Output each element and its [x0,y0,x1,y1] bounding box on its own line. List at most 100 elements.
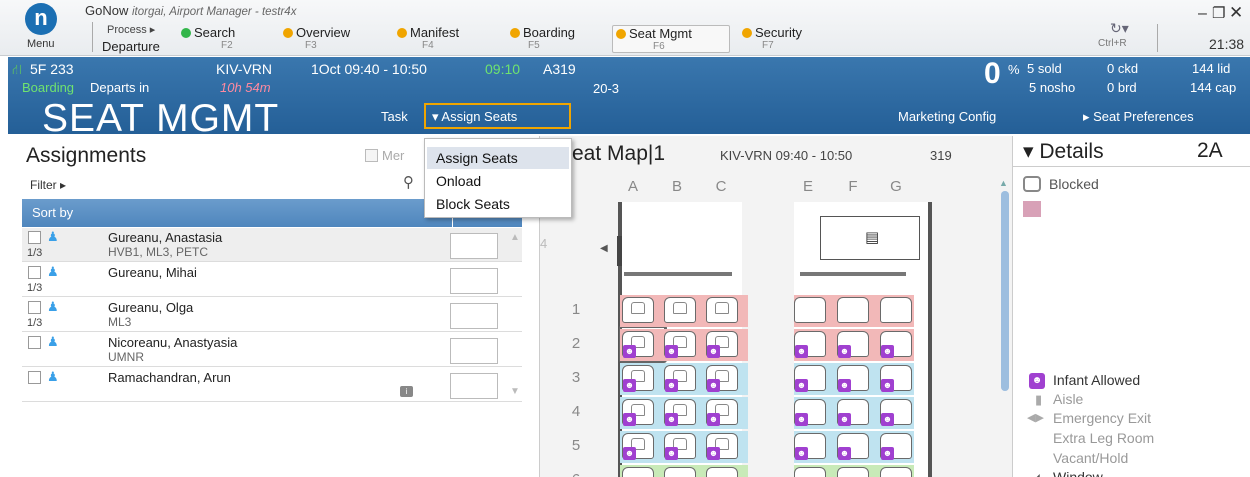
seat-5c[interactable]: ☻ [706,433,738,460]
passenger-row[interactable]: ♟ 1/3 Gureanu, Olga ML3 [22,298,522,332]
door-arrow-icon: ◀ [600,243,608,254]
minimize-icon[interactable]: – [1198,5,1207,23]
app-name: GoNow [85,3,129,18]
seat-map-scrollbar[interactable] [1001,191,1009,391]
seat-6c[interactable]: ☻ [706,467,738,477]
details-title[interactable]: ▾ Details [1023,139,1104,164]
seat-2a[interactable]: ☻ [622,331,654,358]
passenger-row[interactable]: ♟ Ramachandran, Arun i [22,368,522,402]
refresh-icon[interactable]: ↻▾ [1110,20,1129,37]
seat-2b[interactable]: ☻ [664,331,696,358]
seat-3a[interactable]: ☻ [622,365,654,392]
tab-seat-mgmt[interactable]: Seat Mgmt F6 [612,25,730,53]
maximize-icon[interactable]: ❐ [1212,4,1225,22]
seat-3b[interactable]: ☻ [664,365,696,392]
passenger-row[interactable]: ♟ Nicoreanu, Anastyasia UMNR [22,333,522,367]
passenger-fraction: 1/3 [27,317,43,329]
tab-overview[interactable]: Overview F3 [283,25,383,53]
seat-2e[interactable]: ☻ [794,331,826,358]
status-dot-icon [616,29,626,39]
departure-label[interactable]: Departure [102,39,160,54]
passenger-name: Ramachandran, Arun [108,370,231,385]
seat-5a[interactable]: ☻ [622,433,654,460]
seat-2f[interactable]: ☻ [837,331,869,358]
search-icon[interactable]: ⚲ [403,173,414,191]
infant-icon: ☻ [623,447,636,460]
seat-4b[interactable]: ☻ [664,399,696,426]
tab-security[interactable]: Security F7 [742,25,842,53]
seat-preferences-link[interactable]: ▸ Seat Preferences [1083,109,1194,125]
passenger-checkbox[interactable] [28,301,41,314]
menu-item-onload[interactable]: Onload [427,170,569,192]
tab-boarding[interactable]: Boarding F5 [510,25,610,53]
tab-search[interactable]: Search F2 [181,25,273,53]
seat-4e[interactable]: ☻ [794,399,826,426]
seat-1g[interactable] [880,297,912,323]
nosho-count: 5 nosho [1029,80,1076,95]
seat-3c[interactable]: ☻ [706,365,738,392]
seat-input[interactable] [450,303,498,329]
seat-4g[interactable]: ☻ [880,399,912,426]
sort-by-label: Sort by [32,205,74,220]
marketing-config-link[interactable]: Marketing Config [898,109,996,124]
seat-4c[interactable]: ☻ [706,399,738,426]
seat-1b[interactable] [664,297,696,323]
passenger-checkbox[interactable] [28,231,41,244]
seat-1f[interactable] [837,297,869,323]
row-number-3: 3 [571,369,581,386]
filter-toggle[interactable]: Filter ▸ [30,178,66,192]
seat-input[interactable] [450,338,498,364]
seat-3f[interactable]: ☻ [837,365,869,392]
seat-4a[interactable]: ☻ [622,399,654,426]
menu-item-block-seats[interactable]: Block Seats [427,193,569,215]
menu-item-assign-seats[interactable]: Assign Seats [427,147,569,169]
scroll-up-icon[interactable]: ▲ [999,178,1008,188]
seat-input[interactable] [450,268,498,294]
seat-3g[interactable]: ☻ [880,365,912,392]
seat-5b[interactable]: ☻ [664,433,696,460]
seat-input[interactable] [450,233,498,259]
legend-infant-allowed: Infant Allowed [1053,372,1141,388]
menu-button[interactable]: Menu [27,38,55,50]
emergency-exit-icon: ◀▶ [1027,412,1044,424]
info-badge-icon[interactable]: i [400,386,413,397]
passenger-checkbox[interactable] [28,266,41,279]
scrollbar-thumb[interactable] [1001,191,1009,391]
blocked-label: Blocked [1049,176,1099,192]
scroll-up-icon[interactable]: ▲ [510,232,520,243]
column-letter-e: E [802,178,813,195]
seat-1c[interactable] [706,297,738,323]
seat-2g[interactable]: ☻ [880,331,912,358]
seat-5g[interactable]: ☻ [880,433,912,460]
refresh-shortcut: Ctrl+R [1098,38,1127,49]
merge-checkbox[interactable] [365,149,378,162]
passenger-row[interactable]: ♟ 1/3 Gureanu, Mihai [22,263,522,297]
column-letter-f: F [848,178,858,195]
task-dropdown[interactable]: ▾ Assign Seats [424,103,571,129]
passenger-checkbox[interactable] [28,336,41,349]
seat-6g[interactable]: ☻ [880,467,912,477]
title-bar: n Menu GoNow itorgai, Airport Manager - … [0,0,1250,56]
passenger-checkbox[interactable] [28,371,41,384]
seat-4f[interactable]: ☻ [837,399,869,426]
load-percent-sign: % [1008,62,1020,77]
seat-3e[interactable]: ☻ [794,365,826,392]
scroll-down-icon[interactable]: ▼ [510,386,520,397]
seat-6a[interactable]: ☻ [622,467,654,477]
seat-6f[interactable]: ☻ [837,467,869,477]
process-menu[interactable]: Process ▸ [107,23,155,36]
seat-6e[interactable]: ☻ [794,467,826,477]
seat-2c[interactable]: ☻ [706,331,738,358]
seat-1a[interactable] [622,297,654,323]
passenger-icon: ♟ [47,369,59,384]
seat-5e[interactable]: ☻ [794,433,826,460]
seat-5f[interactable]: ☻ [837,433,869,460]
seat-6b[interactable]: ☻ [664,467,696,477]
seat-input[interactable] [450,373,498,399]
seat-1e[interactable] [794,297,826,323]
app-logo[interactable]: n [25,3,57,35]
close-icon[interactable]: ✕ [1229,3,1243,23]
tab-manifest[interactable]: Manifest F4 [397,25,497,53]
clock: 21:38 [1209,36,1245,52]
passenger-row[interactable]: ♟ 1/3 Gureanu, Anastasia HVB1, ML3, PETC [22,228,522,262]
